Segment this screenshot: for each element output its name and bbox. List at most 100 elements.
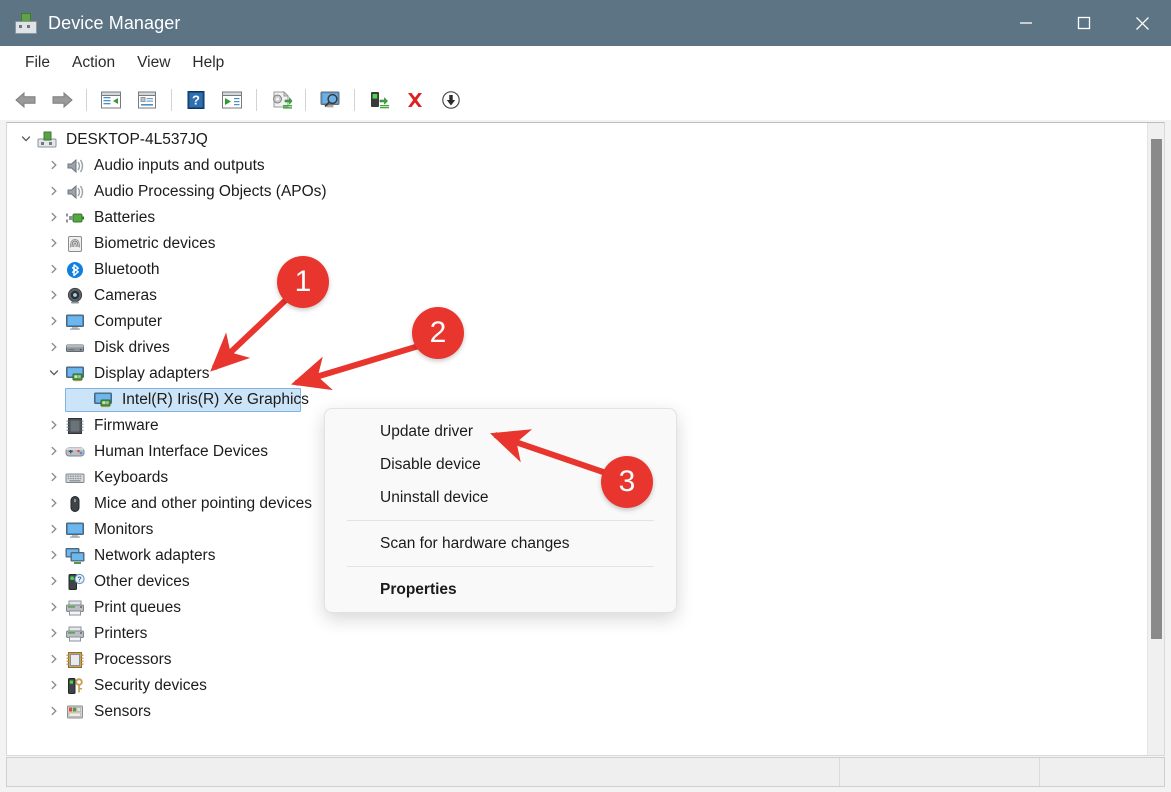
tree-expander[interactable] (43, 342, 65, 354)
tree-expander[interactable] (43, 420, 65, 432)
tree-expander[interactable] (43, 550, 65, 562)
enable-device-button[interactable] (362, 85, 396, 115)
tree-expander[interactable] (43, 498, 65, 510)
menu-help[interactable]: Help (181, 50, 235, 76)
menu-action[interactable]: Action (61, 50, 126, 76)
tree-item[interactable]: Sensors (7, 699, 1164, 725)
uninstall-device-button[interactable] (398, 85, 432, 115)
chevron-right-icon (51, 160, 57, 170)
tree-expander[interactable] (43, 160, 65, 172)
tree-item[interactable]: Computer (7, 309, 1164, 335)
context-menu-item-update-driver[interactable]: Update driver (325, 415, 676, 448)
context-menu-item-scan-for-hardware-changes[interactable]: Scan for hardware changes (325, 527, 676, 560)
properties-button[interactable] (130, 85, 164, 115)
svg-text:?: ? (192, 92, 200, 107)
toolbar: ? (0, 79, 1171, 120)
tree-item-label: Other devices (94, 573, 190, 591)
tree-item-label: DESKTOP-4L537JQ (66, 131, 208, 149)
tree-item-label: Print queues (94, 599, 182, 617)
printer-icon (66, 626, 84, 642)
toolbar-separator-2 (171, 88, 172, 111)
disk-drive-icon (66, 344, 84, 352)
svg-text:?: ? (77, 577, 81, 584)
tree-item[interactable]: Disk drives (7, 335, 1164, 361)
monitor-icon (66, 522, 84, 538)
tree-item[interactable]: Display adapters (7, 361, 1164, 387)
computer-root-icon (37, 131, 57, 148)
window-controls (997, 0, 1171, 46)
tree-item[interactable]: Security devices (7, 673, 1164, 699)
action-menu-button[interactable] (215, 85, 249, 115)
context-menu-separator (347, 520, 654, 521)
properties-window-icon (138, 91, 156, 108)
back-button[interactable] (9, 85, 43, 115)
tree-expander[interactable] (43, 576, 65, 588)
maximize-button[interactable] (1055, 0, 1113, 46)
chevron-right-icon (51, 576, 57, 586)
tree-expander[interactable] (43, 368, 65, 380)
tree-expander[interactable] (43, 446, 65, 458)
chevron-right-icon (51, 420, 57, 430)
tree-item[interactable]: Audio Processing Objects (APOs) (7, 179, 1164, 205)
unknown-device-icon: ? (68, 573, 85, 590)
tree-item-label: Bluetooth (94, 261, 160, 279)
disk-drive-icon (65, 339, 85, 357)
tree-item[interactable]: Printers (7, 621, 1164, 647)
tree-expander[interactable] (43, 186, 65, 198)
printer-icon (65, 599, 85, 617)
context-menu-item-uninstall-device[interactable]: Uninstall device (325, 481, 676, 514)
disable-device-button[interactable] (434, 85, 468, 115)
security-key-icon (65, 677, 85, 695)
monitor-icon (65, 521, 85, 539)
tree-expander[interactable] (43, 212, 65, 224)
update-driver-button[interactable] (264, 85, 298, 115)
tree-item-label: Printers (94, 625, 148, 643)
help-question-icon: ? (187, 90, 205, 109)
security-key-icon (68, 678, 83, 694)
chevron-right-icon (51, 706, 57, 716)
status-pane-tertiary (1040, 758, 1164, 786)
forward-button[interactable] (45, 85, 79, 115)
tree-item[interactable]: DESKTOP-4L537JQ (7, 127, 1164, 153)
network-adapter-icon (65, 547, 85, 565)
tree-item[interactable]: Audio inputs and outputs (7, 153, 1164, 179)
tree-expander[interactable] (43, 706, 65, 718)
tree-expander[interactable] (43, 524, 65, 536)
tree-item[interactable]: Processors (7, 647, 1164, 673)
scan-hardware-changes-button[interactable] (313, 85, 347, 115)
battery-plug-icon (66, 213, 84, 223)
tree-expander[interactable] (43, 316, 65, 328)
tree-expander[interactable] (43, 472, 65, 484)
context-menu-item-disable-device[interactable]: Disable device (325, 448, 676, 481)
console-tree-icon (101, 91, 121, 108)
tree-vertical-scrollbar[interactable] (1147, 123, 1164, 755)
tree-expander[interactable] (43, 238, 65, 250)
menu-view[interactable]: View (126, 50, 181, 76)
tree-item[interactable]: Cameras (7, 283, 1164, 309)
tree-item-label: Audio Processing Objects (APOs) (94, 183, 327, 201)
context-menu-item-properties[interactable]: Properties (325, 573, 676, 606)
tree-item[interactable]: Batteries (7, 205, 1164, 231)
device-context-menu[interactable]: Update driver Disable device Uninstall dev… (324, 408, 677, 613)
tree-scrollbar-thumb[interactable] (1151, 139, 1162, 639)
tree-expander[interactable] (43, 290, 65, 302)
minimize-button[interactable] (997, 0, 1055, 46)
bluetooth-icon (67, 262, 83, 278)
tree-expander[interactable] (43, 680, 65, 692)
close-button[interactable] (1113, 0, 1171, 46)
tree-expander[interactable] (43, 654, 65, 666)
show-hide-console-tree-button[interactable] (94, 85, 128, 115)
tree-expander[interactable] (43, 628, 65, 640)
tree-expander[interactable] (43, 264, 65, 276)
tree-item[interactable]: Bluetooth (7, 257, 1164, 283)
menu-file[interactable]: File (14, 50, 61, 76)
camera-icon (65, 287, 85, 305)
processor-chip-icon (65, 651, 85, 669)
tree-item-label: Cameras (94, 287, 157, 305)
tree-expander[interactable] (43, 602, 65, 614)
help-button[interactable]: ? (179, 85, 213, 115)
tree-item-label: Biometric devices (94, 235, 216, 253)
tree-item[interactable]: Biometric devices (7, 231, 1164, 257)
tree-expander[interactable] (15, 134, 37, 146)
bluetooth-icon (65, 261, 85, 279)
